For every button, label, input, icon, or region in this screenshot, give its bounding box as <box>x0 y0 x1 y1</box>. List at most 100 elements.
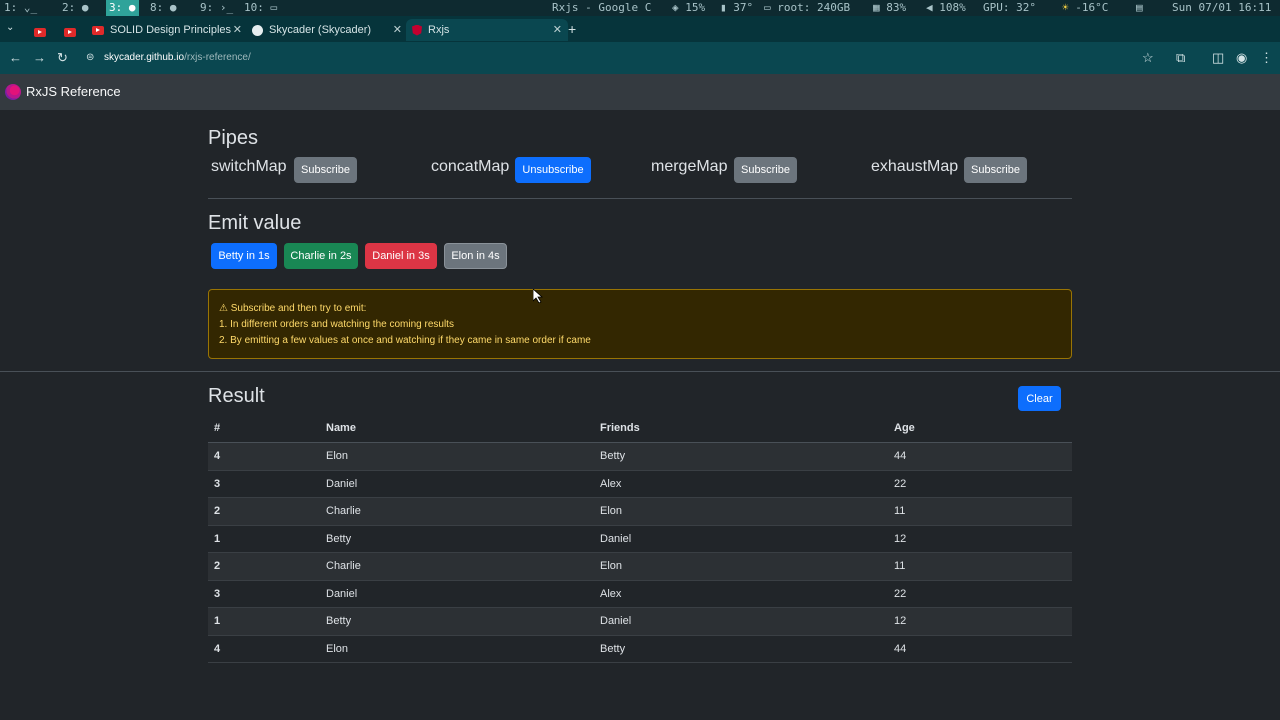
workspace-8[interactable]: 8: ● <box>150 1 177 14</box>
url-host: skycader.github.io <box>104 52 185 63</box>
cell-name: Betty <box>320 525 594 553</box>
memory-icon: ▦ <box>873 1 880 14</box>
cell-age: 44 <box>888 635 1072 663</box>
alert-line-1: 1. In different orders and watching the … <box>219 319 454 330</box>
workspace-1[interactable]: 1: ⌄_ <box>4 1 37 14</box>
tab-skycader[interactable]: Skycader (Skycader) ✕ <box>248 19 408 41</box>
address-bar[interactable]: ⊜ skycader.github.io/rxjs-reference/ ☆ <box>80 46 1160 70</box>
emit-elon-button[interactable]: Elon in 4s <box>444 243 507 269</box>
extensions-icon[interactable]: ⧉ <box>1176 50 1185 66</box>
switchmap-subscribe-button[interactable]: Subscribe <box>294 157 357 183</box>
tab-label: Skycader (Skycader) <box>269 24 372 36</box>
close-tab-icon[interactable]: ✕ <box>233 23 242 36</box>
table-row: 1 Betty Daniel 12 <box>208 525 1072 553</box>
disk-icon: ▭ <box>764 1 771 14</box>
new-tab-icon[interactable]: + <box>568 21 576 37</box>
cell-friends: Elon <box>594 552 888 581</box>
table-row: 2 Charlie Elon 11 <box>208 497 1072 526</box>
mergemap-subscribe-button[interactable]: Subscribe <box>734 157 797 183</box>
profile-icon[interactable]: ◉ <box>1236 50 1247 66</box>
cell-friends: Betty <box>594 442 888 471</box>
column-header-name: Name <box>320 414 594 443</box>
flag-icon: ▤ <box>1136 1 1143 14</box>
window-title: Rxjs - Google C <box>552 1 652 14</box>
tab-label: Rxjs <box>428 24 450 36</box>
cpu-status: ◈ 15% <box>672 1 706 14</box>
browser-toolbar: ← → ↻ ⊜ skycader.github.io/rxjs-referenc… <box>0 42 1280 74</box>
app-navbar: RxJS Reference <box>0 74 1280 110</box>
exhaustmap-subscribe-button[interactable]: Subscribe <box>964 157 1027 183</box>
cell-friends: Alex <box>594 470 888 498</box>
cell-index: 3 <box>208 470 320 498</box>
table-row: 3 Daniel Alex 22 <box>208 580 1072 608</box>
url-path: /rxjs-reference/ <box>184 52 251 63</box>
forward-icon[interactable]: → <box>33 50 46 65</box>
youtube-icon <box>92 25 104 35</box>
pipes-heading: Pipes <box>208 127 259 149</box>
divider <box>208 198 1072 199</box>
site-info-icon[interactable]: ⊜ <box>86 46 94 70</box>
mouse-cursor-icon <box>533 289 543 303</box>
mergemap-label: mergeMap <box>651 158 728 175</box>
emit-heading: Emit value <box>208 212 302 234</box>
cell-friends: Betty <box>594 635 888 663</box>
back-icon[interactable]: ← <box>9 50 22 65</box>
table-row: 2 Charlie Elon 11 <box>208 552 1072 581</box>
cell-index: 2 <box>208 497 320 526</box>
cell-index: 4 <box>208 635 320 663</box>
tab-rxjs[interactable]: Rxjs ✕ <box>406 19 568 41</box>
close-tab-icon[interactable]: ✕ <box>393 23 402 36</box>
cell-age: 11 <box>888 552 1072 581</box>
cell-index: 1 <box>208 525 320 553</box>
section-divider <box>0 371 1280 372</box>
emit-daniel-button[interactable]: Daniel in 3s <box>365 243 437 269</box>
cell-index: 4 <box>208 442 320 471</box>
concatmap-label: concatMap <box>431 158 510 175</box>
result-heading: Result <box>208 385 265 407</box>
bookmark-star-icon[interactable]: ☆ <box>1142 46 1154 70</box>
warning-icon: ⚠ <box>219 303 228 314</box>
table-header-row: # Name Friends Age <box>208 414 1072 443</box>
workspace-10[interactable]: 10: ▭ <box>244 1 277 14</box>
clear-button[interactable]: Clear <box>1018 386 1061 411</box>
rxjs-logo-icon <box>5 84 21 100</box>
browser-tab-strip: ⌄ SOLID Design Principles ✕ Skycader (Sk… <box>0 16 1280 42</box>
workspace-3[interactable]: 3: ● <box>106 0 139 16</box>
result-table: # Name Friends Age 4 Elon Betty 44 3 Daniel Al… <box>208 414 1072 663</box>
cell-friends: Alex <box>594 580 888 608</box>
disk-status: ▭ root: 240GB <box>764 1 851 14</box>
tab-solid-design[interactable]: SOLID Design Principles ✕ <box>88 19 248 41</box>
cell-friends: Elon <box>594 497 888 526</box>
pinned-tab-youtube-2[interactable] <box>64 24 76 42</box>
side-panel-icon[interactable]: ◫ <box>1212 50 1224 66</box>
youtube-icon <box>64 28 76 37</box>
table-row: 4 Elon Betty 44 <box>208 442 1072 471</box>
reload-icon[interactable]: ↻ <box>57 50 68 66</box>
close-tab-icon[interactable]: ✕ <box>553 23 562 36</box>
cell-name: Charlie <box>320 552 594 581</box>
sun-icon: ☀ <box>1062 1 1069 14</box>
pinned-tab-youtube-1[interactable] <box>34 24 46 42</box>
alert-title: ⚠ Subscribe and then try to emit: <box>219 303 367 314</box>
cell-name: Charlie <box>320 497 594 526</box>
menu-icon[interactable]: ⋮ <box>1260 50 1273 66</box>
table-row: 4 Elon Betty 44 <box>208 635 1072 663</box>
cell-age: 22 <box>888 470 1072 498</box>
alert-line-2: 2. By emitting a few values at once and … <box>219 335 591 346</box>
info-alert: ⚠ Subscribe and then try to emit: 1. In … <box>208 289 1072 359</box>
cell-name: Elon <box>320 442 594 471</box>
cell-friends: Daniel <box>594 525 888 553</box>
tab-label: SOLID Design Principles <box>110 24 232 36</box>
emit-charlie-button[interactable]: Charlie in 2s <box>284 243 358 269</box>
exhaustmap-label: exhaustMap <box>871 158 959 175</box>
cell-friends: Daniel <box>594 607 888 636</box>
app-title[interactable]: RxJS Reference <box>26 84 121 99</box>
emit-betty-button[interactable]: Betty in 1s <box>211 243 277 269</box>
cell-name: Daniel <box>320 470 594 498</box>
workspace-9[interactable]: 9: ›_ <box>200 1 233 14</box>
workspace-2[interactable]: 2: ● <box>62 1 89 14</box>
thermometer-icon: ▮ <box>720 1 727 14</box>
concatmap-unsubscribe-button[interactable]: Unsubscribe <box>515 157 591 183</box>
switchmap-label: switchMap <box>211 158 287 175</box>
tab-search-icon[interactable]: ⌄ <box>6 22 14 33</box>
